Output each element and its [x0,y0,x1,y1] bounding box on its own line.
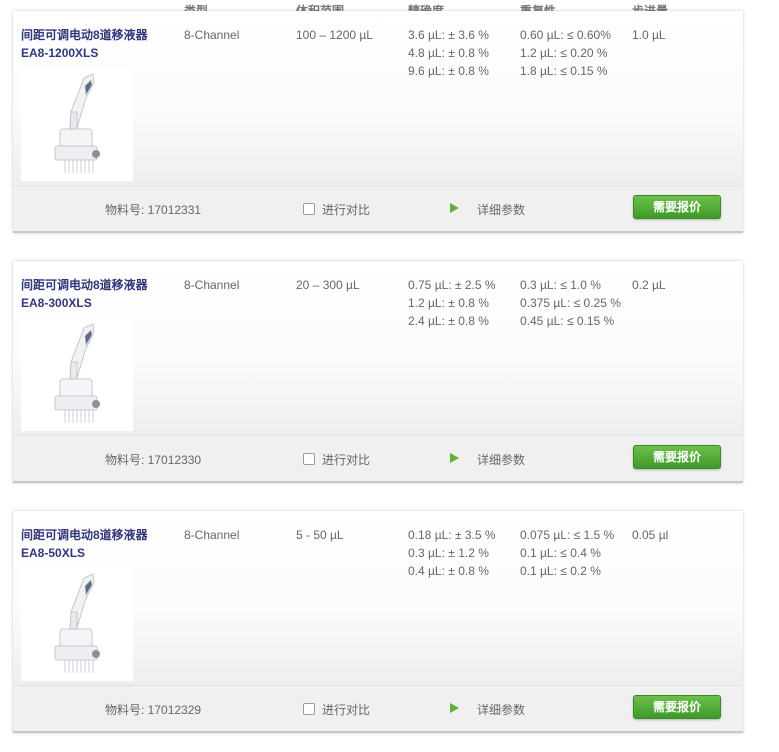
repeatability-line: 0.375 µL: ≤ 0.25 % [520,296,621,310]
repeatability-line: 0.1 µL: ≤ 0.2 % [520,564,601,578]
part-number: 物料号: 17012330 [105,453,202,467]
accuracy-line: 0.75 µL: ± 2.5 % [408,278,496,292]
product-image[interactable] [21,68,133,181]
product-card: 间距可调电动8道移液器 EA8-1200XLS 8-Channel 100 – … [13,11,743,233]
repeatability-line: 1.2 µL: ≤ 0.20 % [520,46,608,60]
product-volume: 20 – 300 µL [296,278,360,292]
product-image[interactable] [21,568,133,681]
play-triangle-icon [450,702,459,713]
play-triangle-icon [450,452,459,463]
details-label[interactable]: 详细参数 [477,451,525,468]
product-model[interactable]: EA8-50XLS [21,544,148,562]
product-action-bar: 物料号: 17012330 进行对比 详细参数 需要报价 [13,435,743,483]
details-label[interactable]: 详细参数 [477,701,525,718]
product-type: 8-Channel [184,28,240,42]
accuracy-line: 0.18 µL: ± 3.5 % [408,528,496,542]
compare-checkbox[interactable] [303,202,315,215]
accuracy-line: 4.8 µL: ± 0.8 % [408,46,489,60]
compare-checkbox[interactable] [303,452,315,465]
product-card: 间距可调电动8道移液器 EA8-300XLS 8-Channel 20 – 30… [13,261,743,483]
repeatability-line: 0.1 µL: ≤ 0.4 % [520,546,601,560]
product-title[interactable]: 间距可调电动8道移液器 EA8-300XLS [21,276,148,312]
accuracy-line: 2.4 µL: ± 0.8 % [408,314,489,328]
part-number: 物料号: 17012329 [105,703,202,717]
product-name[interactable]: 间距可调电动8道移液器 [21,526,148,544]
product-type: 8-Channel [184,278,240,292]
compare-label[interactable]: 进行对比 [322,701,370,718]
compare-checkbox[interactable] [303,702,315,715]
request-quote-button[interactable]: 需要报价 [633,695,721,719]
product-repeatability: 0.3 µL: ≤ 1.0 % 0.375 µL: ≤ 0.25 % 0.45 … [520,276,621,330]
product-accuracy: 3.6 µL: ± 3.6 % 4.8 µL: ± 0.8 % 9.6 µL: … [408,26,489,80]
product-type: 8-Channel [184,528,240,542]
product-action-bar: 物料号: 17012331 进行对比 详细参数 需要报价 [13,185,743,233]
repeatability-line: 0.3 µL: ≤ 1.0 % [520,278,601,292]
product-step: 1.0 µL [632,28,666,42]
product-model[interactable]: EA8-1200XLS [21,44,148,62]
product-model[interactable]: EA8-300XLS [21,294,148,312]
request-quote-button[interactable]: 需要报价 [633,445,721,469]
product-name[interactable]: 间距可调电动8道移液器 [21,26,148,44]
details-link[interactable]: 详细参数 [450,451,525,468]
compare-option[interactable]: 进行对比 [303,701,370,718]
product-volume: 100 – 1200 µL [296,28,373,42]
compare-label[interactable]: 进行对比 [322,451,370,468]
repeatability-line: 0.60 µL: ≤ 0.60% [520,28,611,42]
compare-option[interactable]: 进行对比 [303,451,370,468]
product-title[interactable]: 间距可调电动8道移液器 EA8-50XLS [21,526,148,562]
product-volume: 5 - 50 µL [296,528,344,542]
part-number: 物料号: 17012331 [105,203,202,217]
product-step: 0.05 µl [632,528,669,542]
product-action-bar: 物料号: 17012329 进行对比 详细参数 需要报价 [13,685,743,733]
product-step: 0.2 µL [632,278,666,292]
accuracy-line: 0.4 µL: ± 0.8 % [408,564,489,578]
repeatability-line: 0.075 µL: ≤ 1.5 % [520,528,615,542]
accuracy-line: 1.2 µL: ± 0.8 % [408,296,489,310]
accuracy-line: 9.6 µL: ± 0.8 % [408,64,489,78]
request-quote-button[interactable]: 需要报价 [633,195,721,219]
accuracy-line: 0.3 µL: ± 1.2 % [408,546,489,560]
product-name[interactable]: 间距可调电动8道移液器 [21,276,148,294]
product-card: 间距可调电动8道移液器 EA8-50XLS 8-Channel 5 - 50 µ… [13,511,743,733]
play-triangle-icon [450,202,459,213]
product-title[interactable]: 间距可调电动8道移液器 EA8-1200XLS [21,26,148,62]
compare-option[interactable]: 进行对比 [303,201,370,218]
compare-label[interactable]: 进行对比 [322,201,370,218]
product-repeatability: 0.075 µL: ≤ 1.5 % 0.1 µL: ≤ 0.4 % 0.1 µL… [520,526,614,580]
product-image[interactable] [21,318,133,431]
repeatability-line: 1.8 µL: ≤ 0.15 % [520,64,608,78]
repeatability-line: 0.45 µL: ≤ 0.15 % [520,314,615,328]
product-accuracy: 0.18 µL: ± 3.5 % 0.3 µL: ± 1.2 % 0.4 µL:… [408,526,496,580]
details-link[interactable]: 详细参数 [450,201,525,218]
product-accuracy: 0.75 µL: ± 2.5 % 1.2 µL: ± 0.8 % 2.4 µL:… [408,276,496,330]
product-repeatability: 0.60 µL: ≤ 0.60% 1.2 µL: ≤ 0.20 % 1.8 µL… [520,26,611,80]
details-label[interactable]: 详细参数 [477,201,525,218]
accuracy-line: 3.6 µL: ± 3.6 % [408,28,489,42]
details-link[interactable]: 详细参数 [450,701,525,718]
